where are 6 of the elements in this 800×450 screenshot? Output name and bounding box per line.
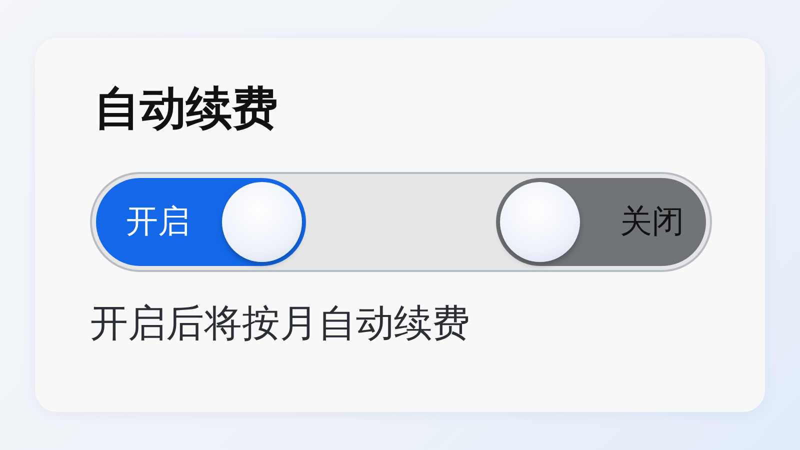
card-title: 自动续费 xyxy=(94,80,279,137)
switch-option[interactable]: 关闭 xyxy=(496,178,706,266)
toggle-knob[interactable] xyxy=(222,182,302,262)
description-text: 开启后将按月自动续费 xyxy=(90,300,471,347)
toggle-knob[interactable] xyxy=(500,182,580,262)
switch-option[interactable]: 开启 xyxy=(96,178,306,266)
